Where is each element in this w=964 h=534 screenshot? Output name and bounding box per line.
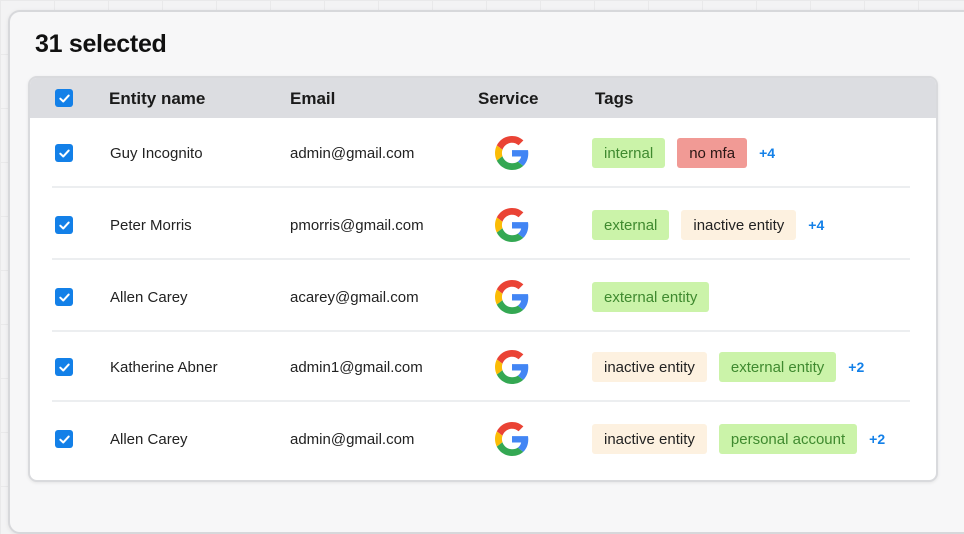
column-header-service[interactable]: Service <box>478 89 539 109</box>
row-divider <box>52 258 910 260</box>
checkmark-icon <box>58 363 70 371</box>
tag[interactable]: inactive entity <box>681 210 797 240</box>
row-divider <box>52 400 910 402</box>
entity-name: Peter Morris <box>110 216 192 234</box>
tag-list: inactive entity personal account +2 <box>592 404 885 474</box>
google-icon <box>495 350 529 384</box>
row-checkbox[interactable] <box>55 144 73 162</box>
entities-table: Entity name Email Service Tags Guy Incog… <box>28 76 938 482</box>
email: pmorris@gmail.com <box>290 216 424 234</box>
row-checkbox[interactable] <box>55 216 73 234</box>
tag[interactable]: internal <box>592 138 666 168</box>
checkmark-icon <box>58 435 70 443</box>
tag-list: inactive entity external entity +2 <box>592 332 864 402</box>
tag[interactable]: no mfa <box>677 138 748 168</box>
checkmark-icon <box>58 221 70 229</box>
email: admin1@gmail.com <box>290 358 423 376</box>
more-tags-link[interactable]: +4 <box>759 145 775 161</box>
column-header-tags[interactable]: Tags <box>595 89 633 109</box>
more-tags-link[interactable]: +2 <box>848 359 864 375</box>
row-divider <box>52 186 910 188</box>
row-checkbox[interactable] <box>55 358 73 376</box>
tag[interactable]: inactive entity <box>592 424 707 454</box>
more-tags-link[interactable]: +4 <box>808 217 824 233</box>
checkmark-icon <box>58 149 70 157</box>
table-row[interactable]: Guy Incognito admin@gmail.com internal no m… <box>30 118 936 188</box>
tag[interactable]: inactive entity <box>592 352 707 382</box>
page-title: 31 selected <box>35 30 167 58</box>
table-header: Entity name Email Service Tags <box>30 78 936 118</box>
checkmark-icon <box>58 94 70 102</box>
tag[interactable]: external entity <box>592 282 710 312</box>
tag[interactable]: external entity <box>718 352 837 382</box>
row-checkbox[interactable] <box>55 430 73 448</box>
table-row[interactable]: Peter Morris pmorris@gmail.com external ina… <box>30 190 936 260</box>
email: acarey@gmail.com <box>290 288 419 306</box>
tag-list: external entity <box>592 262 710 332</box>
google-icon <box>495 280 529 314</box>
tag[interactable]: personal account <box>718 424 858 454</box>
table-row[interactable]: Allen Carey acarey@gmail.com external enti… <box>30 262 936 332</box>
entity-name: Katherine Abner <box>110 358 218 376</box>
tag-list: external inactive entity +4 <box>592 190 824 260</box>
entity-name: Allen Carey <box>110 430 188 448</box>
entity-name: Guy Incognito <box>110 144 203 162</box>
google-icon <box>495 136 529 170</box>
column-header-entity-name[interactable]: Entity name <box>109 89 205 109</box>
row-checkbox[interactable] <box>55 288 73 306</box>
google-icon <box>495 422 529 456</box>
column-header-email[interactable]: Email <box>290 89 335 109</box>
table-row[interactable]: Katherine Abner admin1@gmail.com inactive … <box>30 332 936 402</box>
more-tags-link[interactable]: +2 <box>869 431 885 447</box>
checkmark-icon <box>58 293 70 301</box>
entity-name: Allen Carey <box>110 288 188 306</box>
select-all-checkbox[interactable] <box>55 89 73 107</box>
table-row[interactable]: Allen Carey admin@gmail.com inactive entit… <box>30 404 936 474</box>
email: admin@gmail.com <box>290 144 415 162</box>
email: admin@gmail.com <box>290 430 415 448</box>
tag[interactable]: external <box>592 210 670 240</box>
google-icon <box>495 208 529 242</box>
tag-list: internal no mfa +4 <box>592 118 775 188</box>
